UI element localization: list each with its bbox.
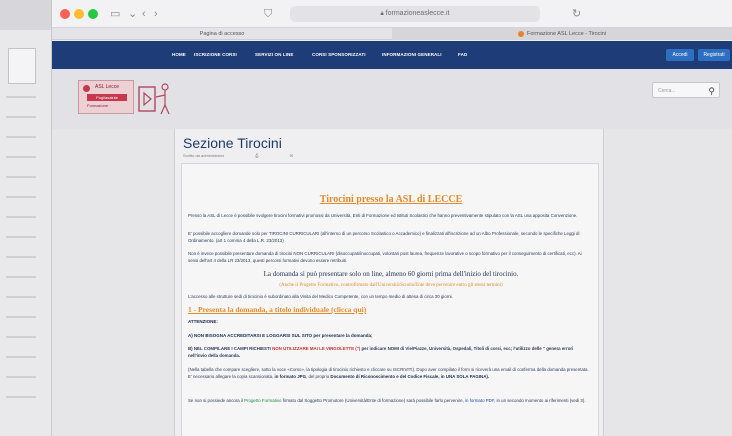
login-button[interactable]: Accedi	[666, 49, 694, 61]
progetto-mid: firmato dal Soggetto Promotore (Universi…	[281, 398, 465, 403]
sidebar-window-strip	[0, 0, 52, 436]
tab-tirocini[interactable]: Formazione ASL Lecce - Tirocini	[392, 28, 732, 40]
favicon-icon	[518, 30, 525, 37]
article-body: Tirocini presso la ASL di LECCE Presso l…	[181, 163, 599, 436]
instructions-paragraph: (Nella tabella che compare scegliere, so…	[188, 366, 592, 380]
search-input[interactable]: Cerca... ⚲	[652, 82, 720, 98]
minimize-window-button[interactable]	[74, 9, 84, 19]
document-thumbnail[interactable]	[8, 48, 36, 84]
nav-item-home[interactable]: HOME	[172, 41, 186, 69]
jpg-format-text: in formato JPG	[274, 374, 306, 379]
privacy-shield-icon[interactable]: ⛉	[264, 7, 272, 21]
tab-login-page[interactable]: Pagina di accesso	[52, 28, 392, 40]
sidebar-strip-lines	[6, 96, 36, 416]
address-bar[interactable]: 🔒︎ formazioneaslecce.it	[290, 6, 540, 22]
logo-text-2: Pugliasalute	[87, 94, 127, 101]
chevron-down-icon[interactable]: ⌄	[128, 7, 137, 21]
logo-card: ASL Lecce Pugliasalute Formazione	[78, 80, 134, 114]
document-requirement: Documento di Riconoscimento e del Codice…	[330, 374, 439, 379]
register-button[interactable]: Registrati	[698, 49, 730, 61]
attention-label: ATTENZIONE:	[188, 319, 218, 324]
site-navigation: HOME ISCRIZIONE CORSI SERVIZI ON LINE CO…	[52, 41, 732, 69]
sidebar-toggle-icon[interactable]: ▭	[110, 7, 120, 21]
non-curriculari-paragraph: Non è invece possibile presentare domand…	[188, 251, 582, 263]
nav-item-corsi-sponsorizzati[interactable]: CORSI SPONSORIZZATI	[312, 41, 366, 69]
tab-bar: Pagina di accesso Formazione ASL Lecce -…	[52, 28, 732, 40]
instructions-mid: , del proprio	[306, 374, 331, 379]
medical-visit-paragraph: L'accesso alle strutture sedi di tirocin…	[188, 294, 453, 299]
forward-icon[interactable]: ›	[154, 7, 158, 21]
print-icon[interactable]: ⎙	[255, 153, 258, 158]
logo-text-1: ASL Lecce	[95, 84, 119, 90]
point-b: B) NEL COMPILARE I CAMPI RICHIESTI NON U…	[188, 345, 592, 359]
progetto-formativo-note: (Anche il Progetto Formativo, controfirm…	[279, 283, 503, 288]
browser-window: ▭ ⌄ ‹ › ⛉ 🔒︎ formazioneaslecce.it ↻ Pagi…	[52, 0, 732, 436]
tab-label: Pagina di accesso	[199, 31, 245, 37]
curriculari-paragraph: E' possibile accogliere domande solo per…	[188, 231, 580, 243]
nav-item-iscrizione-corsi[interactable]: ISCRIZIONE CORSI	[194, 41, 237, 69]
search-placeholder: Cerca...	[658, 88, 676, 94]
main-heading: Tirocini presso la ASL di LECCE	[319, 194, 463, 205]
zoom-window-button[interactable]	[88, 9, 98, 19]
back-icon[interactable]: ‹	[142, 7, 146, 21]
browser-toolbar: ▭ ⌄ ‹ › ⛉ 🔒︎ formazioneaslecce.it ↻	[52, 0, 732, 28]
article-meta: Scritto da administrator ⎙ ✉	[183, 153, 323, 158]
section-1-link[interactable]: 1 - Presenta la domanda, a titolo indivi…	[188, 305, 366, 314]
online-deadline-line: La domanda si può presentare solo on lin…	[263, 270, 519, 278]
close-window-button[interactable]	[60, 9, 70, 19]
address-text: formazioneaslecce.it	[385, 10, 450, 17]
email-icon[interactable]: ✉	[290, 153, 293, 158]
logo-mark-icon	[83, 85, 90, 92]
progetto-text: Se non si possiede ancora il	[188, 398, 245, 403]
point-b-start: B) NEL COMPILARE I CAMPI RICHIESTI	[188, 346, 273, 351]
intro-paragraph: Presso la ASL di Lecce è possibile svolg…	[188, 213, 578, 218]
logo-text-3: Formazione	[87, 103, 109, 108]
reload-icon[interactable]: ↻	[572, 7, 581, 21]
site-header: ASL Lecce Pugliasalute Formazione Cerca.…	[52, 69, 732, 129]
pdf-format-text: in formato PDF	[465, 398, 495, 403]
site-logo[interactable]: ASL Lecce Pugliasalute Formazione	[78, 80, 174, 120]
author-label: Scritto da administrator	[183, 153, 225, 158]
lock-icon: 🔒︎	[380, 11, 384, 17]
single-page-note: , in UNA SOLA PAGINA).	[438, 374, 490, 379]
point-a: A) NON BISOGNA ACCREDITARSI E LOGGARSI S…	[188, 333, 373, 338]
point-b-warning: NON UTILIZZARE MAI LE VIRGOLETTE (")	[272, 346, 362, 351]
article-panel: Sezione Tirocini Scritto da administrato…	[174, 129, 604, 436]
nav-item-servizi-on-line[interactable]: SERVIZI ON LINE	[255, 41, 293, 69]
sidebar-strip-top	[0, 0, 51, 30]
progetto-end: , in un secondo momento ai riferimenti (…	[494, 398, 586, 403]
presentation-icon	[138, 83, 170, 115]
tab-label: Formazione ASL Lecce - Tirocini	[527, 31, 606, 37]
progetto-paragraph: Se non si possiede ancora il Progetto Fo…	[188, 397, 592, 404]
search-icon[interactable]: ⚲	[708, 83, 715, 99]
nav-item-fad[interactable]: FAD	[458, 41, 467, 69]
progetto-formativo-link[interactable]: Progetto Formativo	[244, 398, 281, 403]
nav-item-informazioni-generali[interactable]: INFORMAZIONI GENERALI	[382, 41, 442, 69]
page-title: Sezione Tirocini	[183, 135, 282, 151]
